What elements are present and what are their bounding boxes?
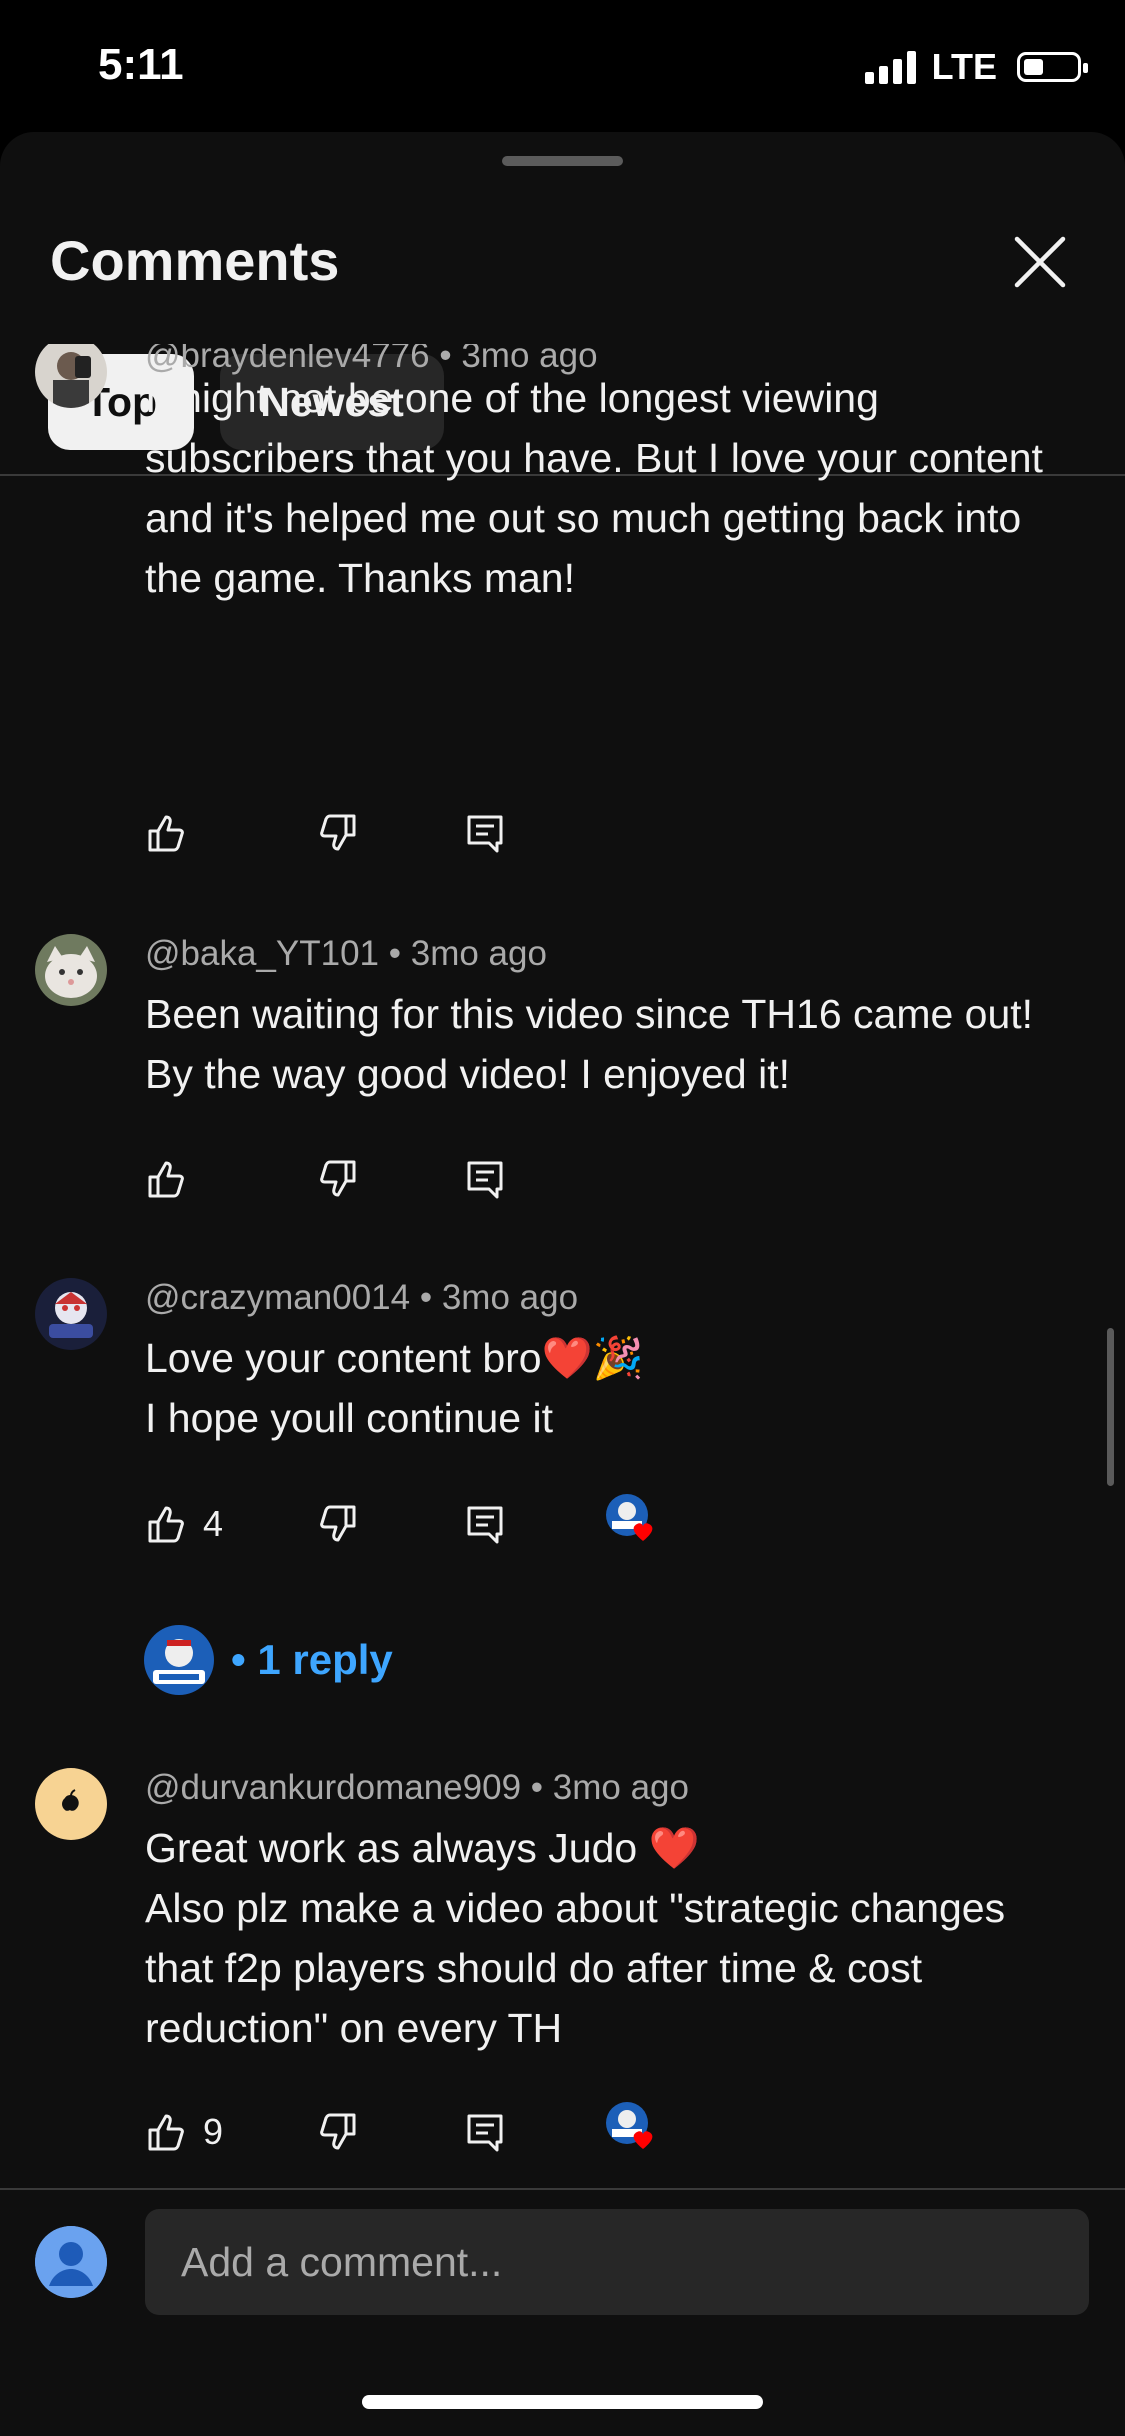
thumbs-down-icon (320, 1505, 356, 1542)
thumbs-down-icon (320, 2113, 356, 2150)
comment-author[interactable]: @baka_YT101 (145, 934, 379, 973)
comment-text-line: Great work as always Judo ❤️ (145, 1825, 700, 1871)
footer-divider (0, 2188, 1125, 2190)
close-icon (1014, 236, 1066, 288)
comment-actions (145, 1154, 1045, 1204)
comment-text: I might not be one of the longest viewin… (145, 375, 1043, 601)
comment-text: Love your content bro❤️🎉 I hope youll co… (145, 1328, 1045, 1448)
add-comment-field[interactable] (145, 2209, 1089, 2315)
comment-meta: @crazyman0014 • 3mo ago (145, 1278, 578, 1318)
comment-actions: 4 (145, 1494, 1045, 1549)
reply-count: • 1 reply (231, 1636, 393, 1683)
comment-age: 3mo ago (552, 1768, 689, 1807)
reply-icon (467, 815, 503, 853)
creator-heart-icon (606, 2102, 653, 2149)
reply-button[interactable] (463, 808, 507, 858)
comment-actions: 9 (145, 2102, 1045, 2157)
avatar[interactable] (35, 1278, 107, 1350)
meta-separator: • (388, 934, 411, 973)
thumbs-down-icon (320, 814, 356, 851)
like-button[interactable]: 4 (145, 1499, 223, 1549)
like-button[interactable] (145, 808, 189, 858)
comment-text-line: Love your content bro❤️🎉 (145, 1335, 644, 1381)
comment-age: 3mo ago (441, 1278, 579, 1317)
meta-separator: • (530, 1768, 553, 1807)
like-button[interactable]: 9 (145, 2107, 223, 2157)
comment-text: Been waiting for this video since TH16 c… (145, 991, 1034, 1097)
thumbs-down-icon (320, 1160, 356, 1197)
thumbs-up-icon (148, 1161, 184, 1198)
add-comment-input[interactable] (145, 2209, 1089, 2315)
dislike-button[interactable] (315, 2107, 359, 2157)
dislike-button[interactable] (315, 808, 359, 858)
avatar[interactable] (35, 344, 107, 408)
creator-heart-badge (605, 1493, 659, 1547)
like-count: 9 (203, 2111, 224, 2152)
user-avatar-icon[interactable] (35, 2226, 107, 2298)
comment-text-line: Also plz make a video about "strategic c… (145, 1885, 1006, 2051)
like-button[interactable] (145, 1154, 189, 1204)
thumbs-up-icon (148, 815, 184, 852)
reply-icon (467, 1161, 503, 1199)
scrollbar[interactable] (1107, 1328, 1114, 1486)
close-button[interactable] (1005, 227, 1075, 297)
reply-button[interactable] (463, 2107, 507, 2157)
battery-icon (1017, 52, 1088, 82)
dislike-button[interactable] (315, 1154, 359, 1204)
comment-list[interactable]: @braydenlev4776 • 3mo ago I might not be… (0, 344, 1125, 2188)
drag-handle[interactable] (502, 156, 623, 166)
comment-author[interactable]: @crazyman0014 (145, 1278, 410, 1317)
view-replies-button[interactable]: • 1 reply (143, 1624, 393, 1696)
reply-button[interactable] (463, 1499, 507, 1549)
home-indicator[interactable] (362, 2395, 763, 2409)
dislike-button[interactable] (315, 1499, 359, 1549)
status-indicators: LTE (864, 46, 1088, 88)
sheet-title: Comments (50, 229, 340, 292)
comment-text: Great work as always Judo ❤️ Also plz ma… (145, 1818, 1045, 2058)
avatar[interactable] (35, 934, 107, 1006)
creator-heart-icon (606, 1494, 653, 1541)
meta-separator: • (419, 1278, 442, 1317)
thumbs-up-icon (148, 1506, 184, 1543)
status-time: 5:11 (98, 40, 184, 89)
thumbs-up-icon (148, 2114, 184, 2151)
avatar[interactable] (35, 1768, 107, 1840)
reply-button[interactable] (463, 1154, 507, 1204)
comment-age: 3mo ago (410, 934, 547, 973)
creator-heart-badge (605, 2101, 659, 2155)
comment-meta: @durvankurdomane909 • 3mo ago (145, 1768, 689, 1808)
like-count: 4 (203, 1503, 224, 1544)
creator-avatar-icon (144, 1625, 214, 1695)
reply-icon (467, 1506, 503, 1544)
cellular-signal-icon (864, 50, 916, 84)
comment-actions (145, 808, 1045, 858)
status-bar: 5:11 LTE (0, 0, 1125, 135)
comment-author[interactable]: @durvankurdomane909 (145, 1768, 521, 1807)
network-type: LTE (931, 46, 997, 87)
comment-meta: @baka_YT101 • 3mo ago (145, 934, 547, 974)
comment-text-line: I hope youll continue it (145, 1395, 553, 1441)
reply-icon (467, 2114, 503, 2152)
